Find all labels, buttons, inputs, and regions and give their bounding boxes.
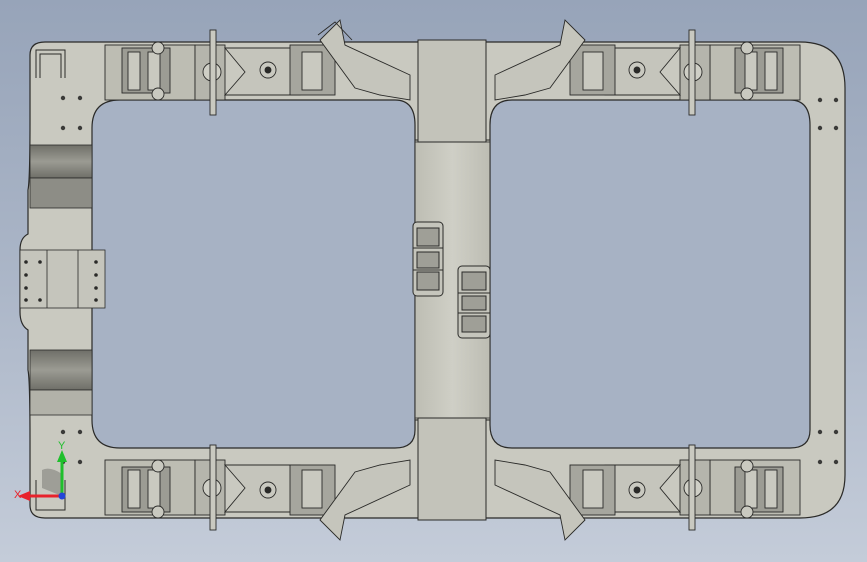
y-axis-label: Y (58, 440, 66, 452)
x-axis-label: X (14, 489, 22, 501)
frame-left-opening (91, 99, 416, 449)
z-axis-dot (58, 492, 66, 500)
cad-graphics-viewport[interactable]: X Y (0, 0, 867, 562)
chassis-frame-model[interactable] (0, 0, 867, 562)
crossbeam-component-lower (457, 265, 491, 339)
axis-triad: X Y (14, 440, 67, 501)
crossbeam-component-upper (412, 221, 444, 297)
frame-right-opening (489, 99, 811, 449)
